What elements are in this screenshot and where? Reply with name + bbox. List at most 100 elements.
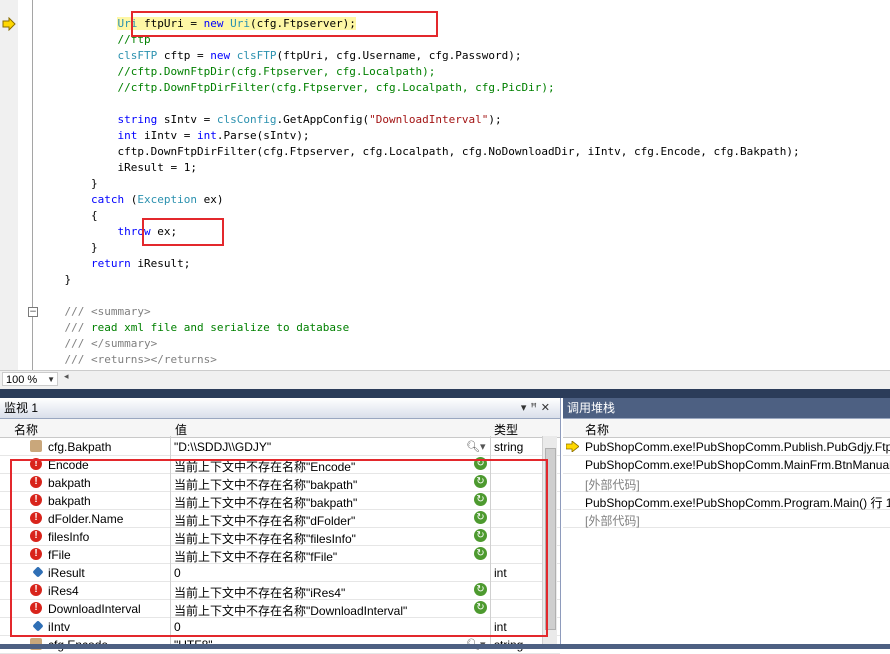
callstack-row[interactable]: PubShopComm.exe!PubShopComm.Program.Main…	[563, 492, 890, 510]
editor-status-bar: 100 % ▼ ◂	[0, 370, 890, 389]
watch-type: string	[494, 440, 524, 454]
code-token: (	[124, 193, 138, 206]
watch-value: "D:\\SDDJ\\GDJY"	[174, 440, 272, 454]
execution-arrow-icon	[2, 17, 16, 31]
code-token: cftp.DownFtpDirFilter(cfg.Ftpserver, cfg…	[117, 145, 800, 158]
code-line[interactable]: /// </summary>	[38, 336, 800, 352]
code-line[interactable]	[38, 288, 800, 304]
column-value[interactable]: 值	[175, 421, 187, 438]
code-token: ///	[64, 353, 91, 366]
watch-title: 监视 1	[4, 401, 39, 415]
code-token: iResult;	[130, 257, 191, 270]
callstack-frame: PubShopComm.exe!PubShopComm.Program.Main…	[585, 496, 890, 510]
column-name[interactable]: 名称	[14, 421, 38, 438]
code-token: //cftp.DownFtpDir(cfg.Ftpserver, cfg.Loc…	[117, 65, 436, 78]
code-token: return	[90, 257, 131, 270]
code-token: catch	[90, 193, 125, 206]
code-line[interactable]: /// <returns></returns>	[38, 352, 800, 368]
collapse-toggle-icon[interactable]: −	[28, 307, 38, 317]
code-token: .GetAppConfig(	[276, 113, 370, 126]
callstack-row[interactable]: [外部代码]	[563, 510, 890, 528]
code-editor[interactable]: − Uri ftpUri = new Uri(cfg.Ftpserver); /…	[0, 0, 890, 370]
callstack-frame: PubShopComm.exe!PubShopComm.MainFrm.BtnM…	[585, 458, 890, 472]
code-token: <returns></returns>	[91, 353, 217, 366]
code-line[interactable]: cftp.DownFtpDirFilter(cfg.Ftpserver, cfg…	[38, 144, 800, 160]
callstack-title: 调用堆栈	[567, 401, 616, 415]
callstack-column-header: 名称	[563, 419, 890, 438]
code-token: sIntv =	[157, 113, 217, 126]
callstack-panel-title: 调用堆栈	[563, 398, 890, 419]
chevron-down-icon: ▼	[47, 375, 55, 384]
callstack-row[interactable]: PubShopComm.exe!PubShopComm.MainFrm.BtnM…	[563, 456, 890, 474]
code-token: read xml file and serialize to database	[91, 321, 350, 334]
code-token: ///	[64, 337, 91, 350]
code-token: clsFTP	[117, 49, 158, 62]
zoom-select[interactable]: 100 % ▼	[2, 372, 58, 386]
code-token: ///	[64, 305, 91, 318]
code-token: iIntv =	[137, 129, 197, 142]
code-token: Exception	[137, 193, 197, 206]
code-line[interactable]: return iResult;	[38, 256, 800, 272]
code-line[interactable]: clsFTP cftp = new clsFTP(ftpUri, cfg.Use…	[38, 48, 800, 64]
callstack-frame: [外部代码]	[585, 478, 640, 492]
code-token: clsConfig	[216, 113, 277, 126]
magnifier-icon[interactable]: 🔍︎▾	[466, 440, 486, 453]
callstack-row[interactable]: [外部代码]	[563, 474, 890, 492]
code-token: //cftp.DownFtpDirFilter(cfg.Ftpserver, c…	[117, 81, 555, 94]
code-token: .Parse(sIntv);	[216, 129, 310, 142]
code-line[interactable]: iResult = 1;	[38, 160, 800, 176]
code-line[interactable]: catch (Exception ex)	[38, 192, 800, 208]
code-token: cftp =	[157, 49, 211, 62]
dropdown-icon[interactable]: ▾	[521, 402, 531, 414]
code-token: }	[64, 273, 72, 286]
callstack-row[interactable]: PubShopComm.exe!PubShopComm.Publish.PubG…	[563, 438, 890, 456]
bottom-tab-strip	[0, 644, 890, 649]
pin-icon[interactable]: ꟸ	[530, 402, 540, 414]
column-type[interactable]: 类型	[494, 421, 518, 438]
code-line[interactable]: /// read xml file and serialize to datab…	[38, 320, 800, 336]
callstack-panel: 调用堆栈 名称 PubShopComm.exe!PubShopComm.Publ…	[563, 398, 890, 649]
code-line[interactable]: }	[38, 272, 800, 288]
column-name[interactable]: 名称	[585, 421, 609, 438]
highlight-box-throw	[142, 218, 224, 246]
watch-column-header: 名称 值 类型	[0, 419, 560, 438]
code-token: ex)	[196, 193, 224, 206]
code-token: int	[117, 129, 138, 142]
panel-splitter[interactable]	[0, 389, 890, 398]
code-token: clsFTP	[236, 49, 277, 62]
highlight-box-watch-errors	[10, 459, 548, 637]
scroll-left-icon[interactable]: ◂	[64, 372, 69, 382]
code-line[interactable]: int iIntv = int.Parse(sIntv);	[38, 128, 800, 144]
code-token: }	[90, 241, 98, 254]
code-line[interactable]: string sIntv = clsConfig.GetAppConfig("D…	[38, 112, 800, 128]
code-line[interactable]: }	[38, 176, 800, 192]
code-token: );	[488, 113, 502, 126]
code-token: new	[210, 49, 231, 62]
code-lines: Uri ftpUri = new Uri(cfg.Ftpserver); //f…	[38, 16, 800, 368]
callstack-rows: PubShopComm.exe!PubShopComm.Publish.PubG…	[563, 438, 890, 528]
code-line[interactable]	[38, 96, 800, 112]
code-line[interactable]: //cftp.DownFtpDirFilter(cfg.Ftpserver, c…	[38, 80, 800, 96]
code-line[interactable]: /// <summary>	[38, 304, 800, 320]
highlight-box-uri-line	[131, 11, 438, 37]
current-frame-arrow-icon	[566, 441, 579, 452]
indicator-margin[interactable]	[0, 0, 18, 370]
code-token: </summary>	[91, 337, 158, 350]
watch-panel-title: 监视 1 ▾ꟸ✕	[0, 398, 560, 419]
code-token: {	[90, 209, 98, 222]
code-token: int	[196, 129, 217, 142]
watch-row[interactable]: cfg.Bakpath "D:\\SDDJ\\GDJY" 🔍︎▾ string	[0, 438, 560, 456]
code-token: "DownloadInterval"	[369, 113, 489, 126]
callstack-frame: [外部代码]	[585, 514, 640, 528]
code-token: (ftpUri, cfg.Username, cfg.Password);	[276, 49, 522, 62]
close-icon[interactable]: ✕	[541, 402, 554, 414]
callstack-frame: PubShopComm.exe!PubShopComm.Publish.PubG…	[585, 440, 890, 454]
property-icon	[30, 440, 42, 452]
code-token: <summary>	[91, 305, 151, 318]
code-token: ///	[64, 321, 91, 334]
zoom-value: 100 %	[6, 374, 38, 386]
code-token: }	[90, 177, 98, 190]
watch-name: cfg.Bakpath	[48, 440, 112, 454]
code-line[interactable]: //cftp.DownFtpDir(cfg.Ftpserver, cfg.Loc…	[38, 64, 800, 80]
